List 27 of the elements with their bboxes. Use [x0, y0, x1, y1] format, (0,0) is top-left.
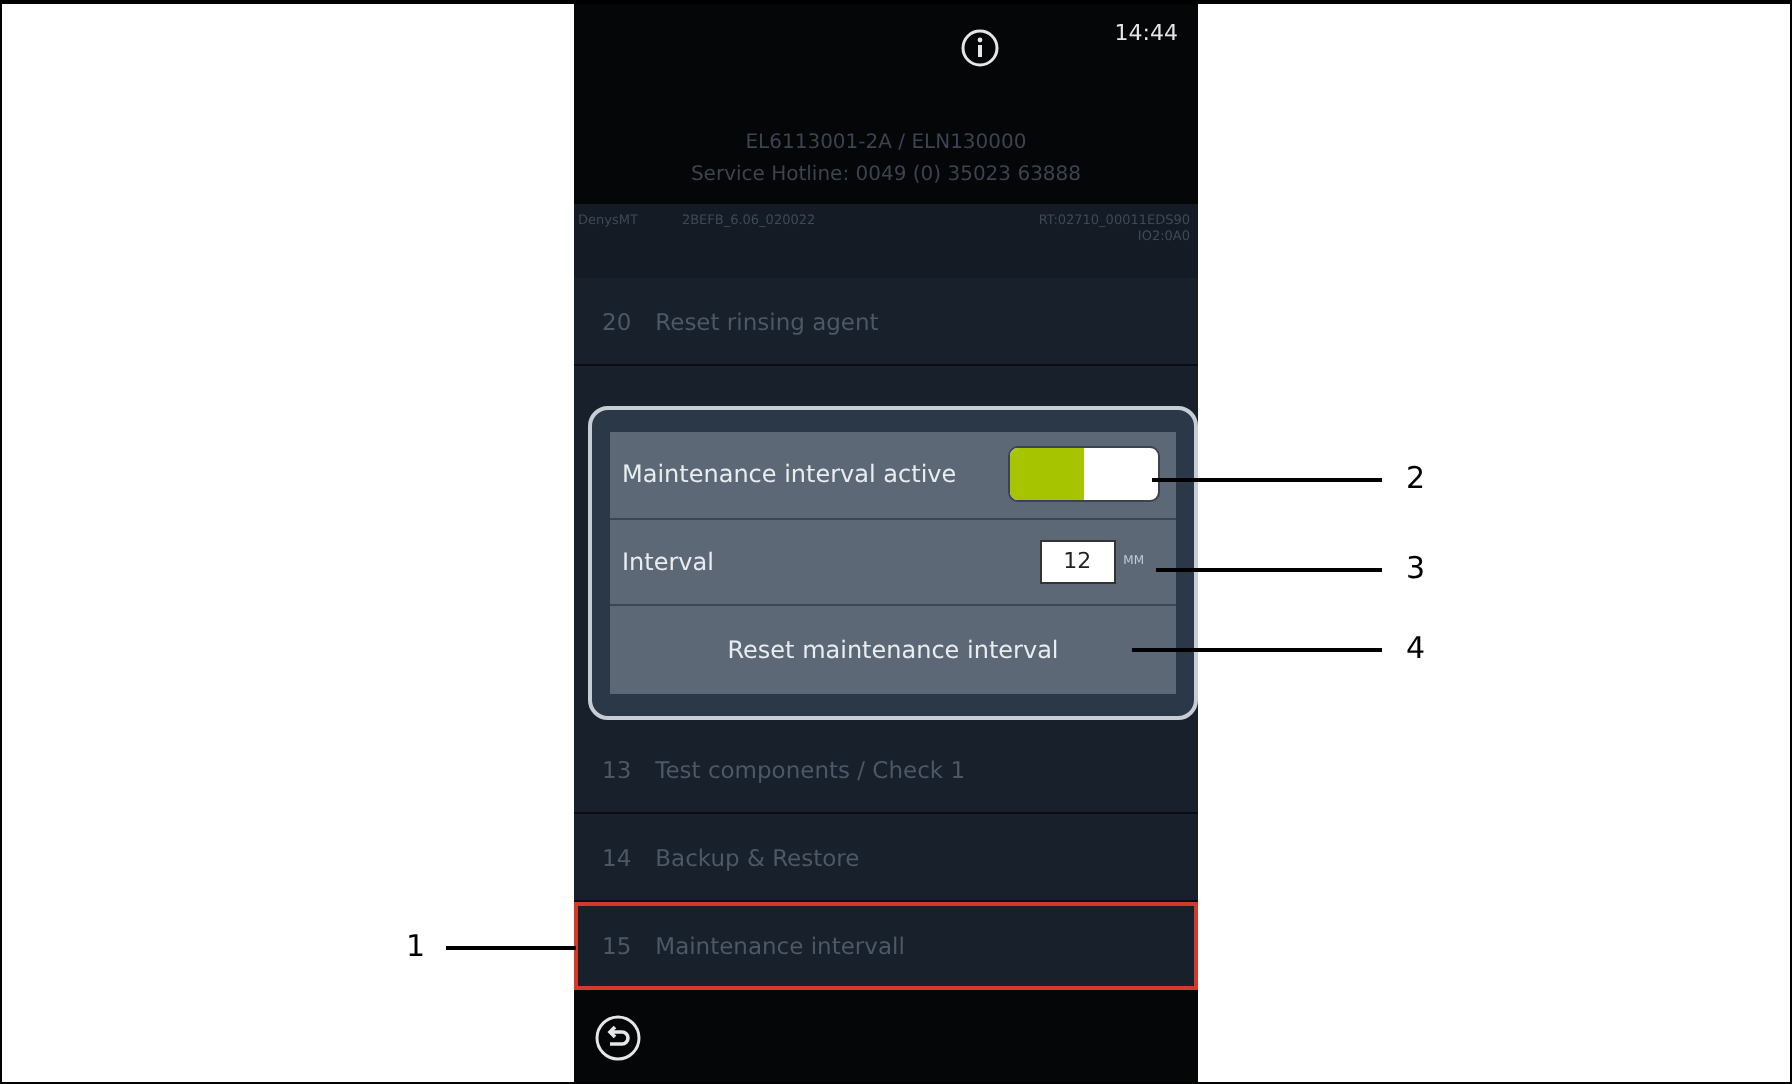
callout-number: 1 — [406, 928, 426, 964]
menu-item[interactable]: 15 Maintenance intervall — [574, 902, 1198, 990]
device-model: EL6113001-2A / ELN130000 — [745, 132, 1027, 154]
leader-line — [446, 946, 576, 949]
clock-time: 14:44 — [1114, 20, 1178, 46]
reset-button[interactable]: Reset maintenance interval — [610, 606, 1176, 694]
toggle-label: Maintenance interval active — [622, 460, 959, 489]
callout-number: 3 — [1406, 550, 1426, 586]
menu-item[interactable]: 14 Backup & Restore — [574, 814, 1198, 902]
menu-item[interactable]: 20 Reset rinsing agent — [574, 278, 1198, 366]
interval-label: Interval — [622, 547, 716, 576]
interval-field[interactable]: 12 — [1039, 539, 1116, 584]
item-number: 15 — [602, 931, 632, 959]
item-number: 13 — [602, 755, 632, 783]
callout-number: 4 — [1406, 630, 1426, 666]
item-label: Reset rinsing agent — [655, 307, 879, 335]
item-number: 20 — [602, 307, 632, 335]
info-icon[interactable] — [960, 28, 1000, 68]
menu-item[interactable]: 13 Test components / Check 1 — [574, 726, 1198, 814]
item-label: Test components / Check 1 — [655, 755, 966, 783]
back-icon[interactable] — [594, 1013, 642, 1061]
service-hotline: Service Hotline: 0049 (0) 35023 63888 — [690, 164, 1082, 186]
item-label: Backup & Restore — [655, 843, 860, 871]
toggle-switch[interactable] — [1008, 446, 1160, 503]
item-label: Maintenance intervall — [655, 931, 905, 959]
callout-number: 2 — [1406, 460, 1426, 496]
item-number: 14 — [602, 843, 632, 871]
